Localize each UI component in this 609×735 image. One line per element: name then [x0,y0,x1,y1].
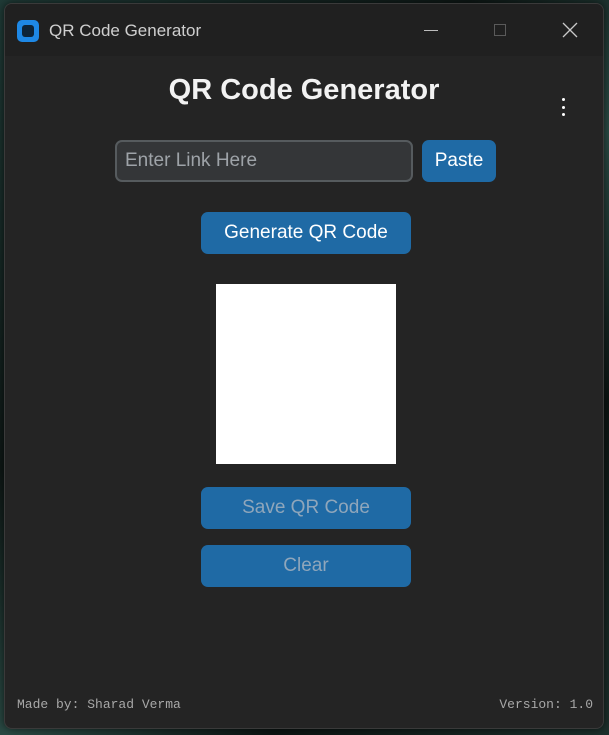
maximize-button[interactable] [477,14,523,46]
clear-button[interactable]: Clear [201,545,411,587]
close-button[interactable] [547,14,593,46]
close-icon [562,22,578,38]
app-window: QR Code Generator QR Code Generator Past… [4,3,604,729]
title-bar[interactable]: QR Code Generator [5,4,603,56]
minimize-button[interactable] [408,14,454,46]
version-text: Version: 1.0 [499,697,593,712]
paste-button[interactable]: Paste [422,140,496,182]
credit-text: Made by: Sharad Verma [17,697,181,712]
maximize-icon [494,24,506,36]
window-title: QR Code Generator [49,21,202,40]
qr-code-display [216,284,396,464]
kebab-menu-icon[interactable] [553,98,573,116]
link-input[interactable] [115,140,413,182]
page-title: QR Code Generator [168,74,440,106]
generate-qr-button[interactable]: Generate QR Code [201,212,411,254]
save-qr-button[interactable]: Save QR Code [201,487,411,529]
minimize-icon [424,29,438,31]
app-icon [17,20,39,42]
